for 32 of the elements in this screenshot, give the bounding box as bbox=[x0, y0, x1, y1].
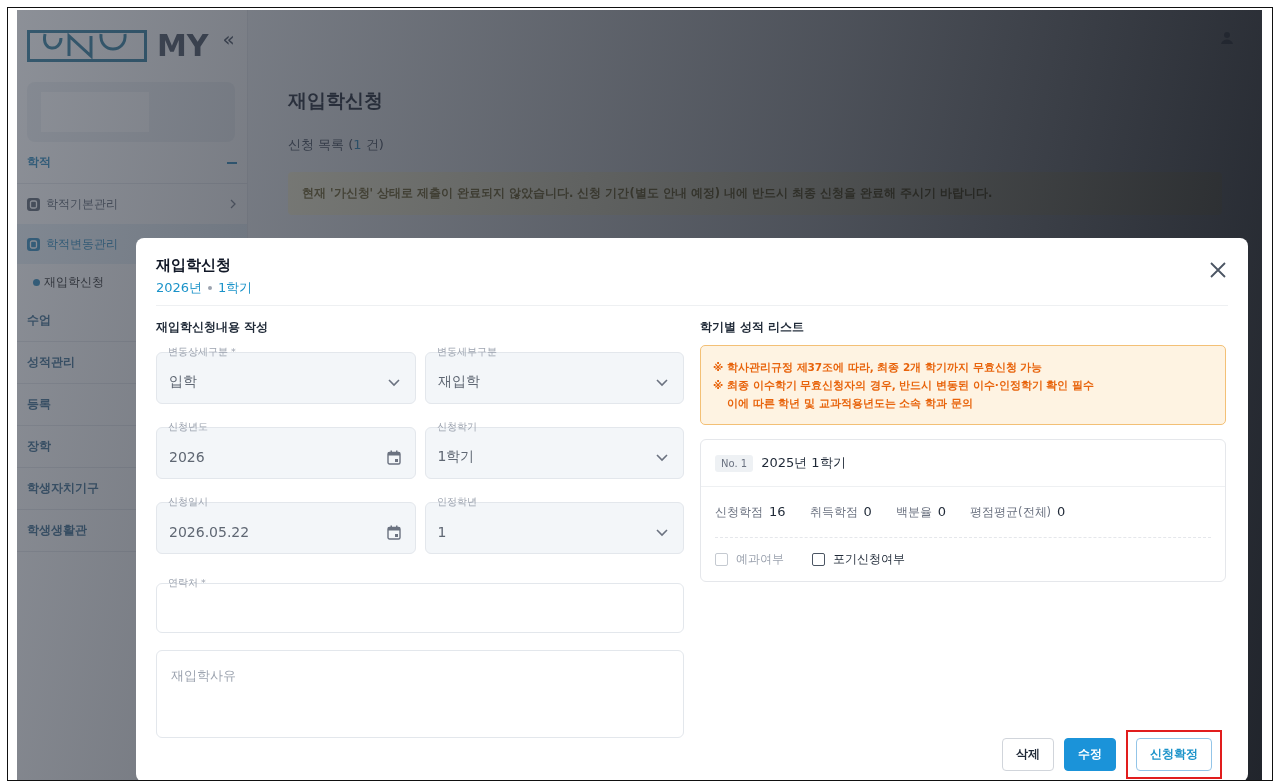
action-button[interactable]: 삭제 bbox=[1002, 738, 1054, 771]
stat-label: 신청학점 bbox=[715, 505, 763, 520]
stat-value: 0 bbox=[1057, 504, 1066, 519]
stat-label: 취득학점 bbox=[809, 505, 858, 520]
page-title: 재입학신청 bbox=[288, 88, 384, 113]
calendar-icon bbox=[386, 449, 401, 465]
notice-text: 이에 따른 학년 및 교과적용년도는 소속 학과 문의 bbox=[726, 396, 974, 411]
chevron-down-icon bbox=[655, 526, 669, 538]
stat-value: 0 bbox=[863, 504, 872, 519]
notice-text: ※ 학사관리규정 제37조에 따라, 최종 2개 학기까지 무효신청 가능 bbox=[713, 360, 1044, 375]
term-text: 2025년 1학기 bbox=[761, 454, 846, 472]
stat-label: 평점평균(전체) bbox=[970, 505, 1052, 520]
section-title: 학기별 성적 리스트 bbox=[700, 320, 805, 335]
stat-value: 16 bbox=[769, 504, 786, 519]
action-button[interactable]: 수정 bbox=[1064, 738, 1116, 771]
action-button[interactable]: 신청확정 bbox=[1136, 738, 1212, 771]
year-label: 2026년 bbox=[156, 279, 203, 297]
chevron-down-icon bbox=[386, 376, 401, 388]
chevron-down-icon bbox=[655, 376, 669, 388]
close-button[interactable] bbox=[1208, 260, 1228, 280]
stat-label: 백분율 bbox=[895, 505, 932, 520]
list-count: 신청 목록 (1 건) bbox=[288, 136, 385, 154]
stat-value: 0 bbox=[937, 504, 947, 519]
chevron-down-icon bbox=[655, 451, 669, 463]
logo-text: MY bbox=[157, 30, 209, 62]
calendar-icon bbox=[386, 524, 401, 540]
section-title: 재입학신청내용 작성 bbox=[156, 320, 269, 335]
dialog-title: 재입학신청 bbox=[156, 256, 232, 275]
checkbox[interactable]: 포기신청여부 bbox=[812, 552, 905, 567]
notice-text: ※ 최종 이수학기 무효신청자의 경우, 반드시 변동된 이수·인정학기 확인 필수 bbox=[713, 378, 1096, 393]
number-tag: No. 1 bbox=[715, 454, 754, 472]
term-label: 1학기 bbox=[218, 279, 253, 297]
